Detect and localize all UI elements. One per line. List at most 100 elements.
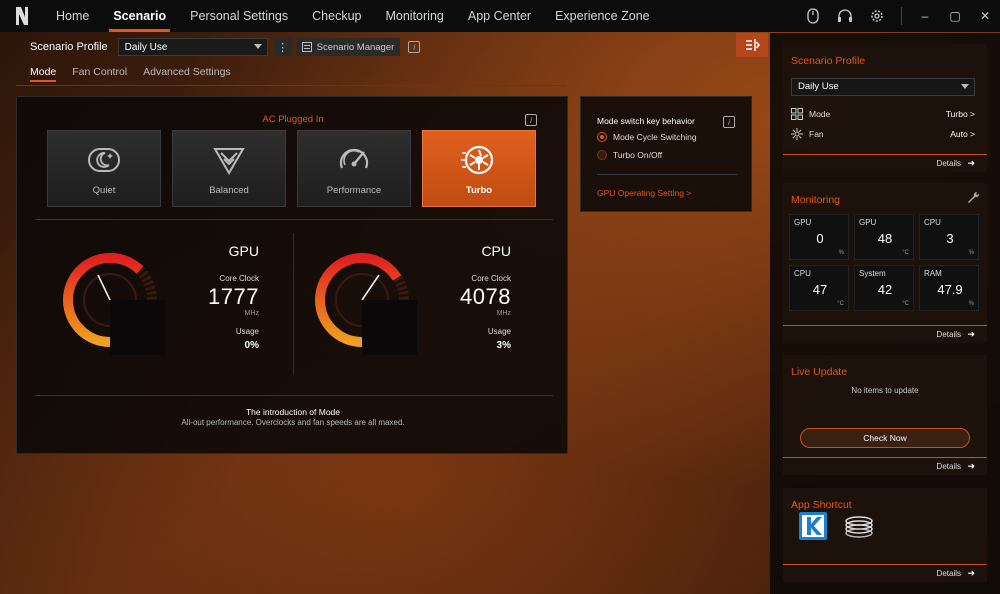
mode-turbo-label: Turbo <box>465 185 493 196</box>
coil-app-shortcut-icon[interactable] <box>845 512 873 540</box>
monitor-label: CPU <box>924 218 941 227</box>
radio-mode-cycle[interactable]: Mode Cycle Switching <box>597 132 697 142</box>
card-title-monitoring: Monitoring <box>791 194 841 206</box>
radio-mode-cycle-label: Mode Cycle Switching <box>613 132 697 142</box>
side-scenario-value: Daily Use <box>798 81 839 92</box>
mouse-icon[interactable] <box>797 0 829 32</box>
mode-turbo-button[interactable]: Turbo <box>422 130 536 207</box>
mode-performance-label: Performance <box>326 185 382 196</box>
monitor-unit: °C <box>902 301 909 307</box>
nav-personal-settings[interactable]: Personal Settings <box>178 0 300 32</box>
card-title-app-shortcut: App Shortcut <box>791 499 852 511</box>
intro-divider <box>35 395 553 396</box>
wrench-icon[interactable] <box>967 191 979 203</box>
mode-performance-button[interactable]: Performance <box>297 130 411 207</box>
key-behavior-title: Mode switch key behavior <box>597 116 695 126</box>
radio-turbo-onoff[interactable]: Turbo On/Off <box>597 150 662 160</box>
panel-toggle-icon <box>746 39 760 51</box>
cpu-gauge <box>315 252 417 355</box>
side-scenario-select[interactable]: Daily Use <box>791 78 975 96</box>
gpu-operating-setting-link[interactable]: GPU Operating Setting > <box>597 188 691 198</box>
k-app-shortcut-icon[interactable] <box>799 512 827 540</box>
side-mode-value: Turbo > <box>945 109 975 119</box>
arrow-right-icon: ➜ <box>967 158 975 168</box>
check-now-button[interactable]: Check Now <box>800 428 970 448</box>
gpu-title: GPU <box>228 243 259 259</box>
radio-turbo-onoff-label: Turbo On/Off <box>613 150 663 160</box>
monitor-unit: °C <box>837 301 844 307</box>
monitor-label: CPU <box>794 269 811 278</box>
side-mode-label: Mode <box>809 109 831 119</box>
mode-balanced-button[interactable]: Balanced <box>172 130 286 207</box>
arrow-right-icon: ➜ <box>967 329 975 339</box>
monitor-unit: % <box>968 301 974 307</box>
monitor-tile: CPU 3 % <box>919 214 979 260</box>
balanced-icon <box>213 148 245 175</box>
card-title-live-update: Live Update <box>791 366 848 378</box>
chevron-down-icon <box>961 84 969 89</box>
scenario-profile-row: Scenario Profile Daily Use ⋮ Scenario Ma… <box>30 37 421 57</box>
mode-quiet-button[interactable]: Quiet <box>47 130 161 207</box>
settings-gear-icon[interactable] <box>861 0 893 32</box>
power-status-label: AC Plugged In <box>262 114 324 125</box>
tab-mode[interactable]: Mode <box>30 66 57 82</box>
top-nav-bar: Home Scenario Personal Settings Checkup … <box>0 0 1000 32</box>
scenario-manager-button[interactable]: Scenario Manager <box>295 38 401 56</box>
scenario-profile-label: Scenario Profile <box>30 41 108 53</box>
cpu-clock-unit: MHz <box>496 310 511 317</box>
performance-icon <box>339 148 369 169</box>
monitor-unit: % <box>838 250 844 256</box>
mode-switch-key-panel: Mode switch key behavior i Mode Cycle Sw… <box>580 96 752 212</box>
mode-balanced-label: Balanced <box>209 185 249 196</box>
more-options-button[interactable]: ⋮ <box>273 38 292 56</box>
card-title-scenario: Scenario Profile <box>791 55 866 67</box>
cpu-gauge-block: CPU Core Clock 4078 MHz Usage 3% <box>279 233 539 373</box>
monitoring-details-link[interactable]: Details ➜ <box>783 325 987 343</box>
gpu-clock-label: Core Clock <box>219 274 259 283</box>
mode-info-icon[interactable]: i <box>525 114 537 126</box>
radio-selected-icon <box>597 132 607 142</box>
live-update-details-link[interactable]: Details ➜ <box>783 457 987 475</box>
right-side-panel: Scenario Profile Daily Use Mode Turbo > … <box>770 33 1000 594</box>
side-mode-row[interactable]: Mode Turbo > <box>791 107 975 121</box>
key-behavior-info-icon[interactable]: i <box>723 116 735 128</box>
monitor-tile: GPU 0 % <box>789 214 849 260</box>
list-icon <box>301 42 312 52</box>
subtab-divider <box>16 85 566 86</box>
app-shortcut-card: App Shortcut Details ➜ <box>783 488 987 582</box>
minimize-button[interactable]: – <box>910 0 940 32</box>
subtab-bar: Mode Fan Control Advanced Settings <box>30 66 247 82</box>
mode-intro-title: The introduction of Mode <box>245 407 341 417</box>
gpu-clock-value: 1777 <box>208 284 259 309</box>
nav-home[interactable]: Home <box>44 0 101 32</box>
monitor-label: System <box>859 269 886 278</box>
info-icon[interactable]: i <box>408 41 421 53</box>
scenario-details-link[interactable]: Details ➜ <box>783 154 987 172</box>
nav-checkup[interactable]: Checkup <box>300 0 373 32</box>
quiet-icon <box>88 148 120 172</box>
monitor-value: 47 <box>812 282 828 297</box>
monitor-label: GPU <box>794 218 812 227</box>
tab-fan-control[interactable]: Fan Control <box>72 66 127 82</box>
cpu-clock-value: 4078 <box>460 284 511 309</box>
headset-icon[interactable] <box>829 0 861 32</box>
scenario-profile-value: Daily Use <box>124 41 168 53</box>
grid-icon <box>791 108 803 120</box>
nav-experience-zone[interactable]: Experience Zone <box>543 0 662 32</box>
side-fan-row[interactable]: Fan Auto > <box>791 127 975 141</box>
tab-advanced-settings[interactable]: Advanced Settings <box>143 66 231 82</box>
nav-app-center[interactable]: App Center <box>456 0 543 32</box>
nav-monitoring[interactable]: Monitoring <box>373 0 455 32</box>
monitor-tile: RAM 47.9 % <box>919 265 979 311</box>
scenario-profile-select[interactable]: Daily Use <box>117 38 268 56</box>
nav-scenario[interactable]: Scenario <box>101 0 178 32</box>
close-button[interactable]: ✕ <box>970 0 1000 32</box>
chevron-down-icon <box>253 44 262 49</box>
monitoring-grid: GPU 0 % GPU 48 °C CPU 3 % CPU 47 °C Syst… <box>789 214 979 311</box>
sidebar-toggle-button[interactable] <box>736 33 768 57</box>
maximize-button[interactable]: ▢ <box>940 0 970 32</box>
gpu-gauge <box>63 253 165 355</box>
cpu-title: CPU <box>481 243 511 259</box>
app-shortcut-details-link[interactable]: Details ➜ <box>783 564 987 582</box>
monitor-value: 3 <box>946 231 954 246</box>
